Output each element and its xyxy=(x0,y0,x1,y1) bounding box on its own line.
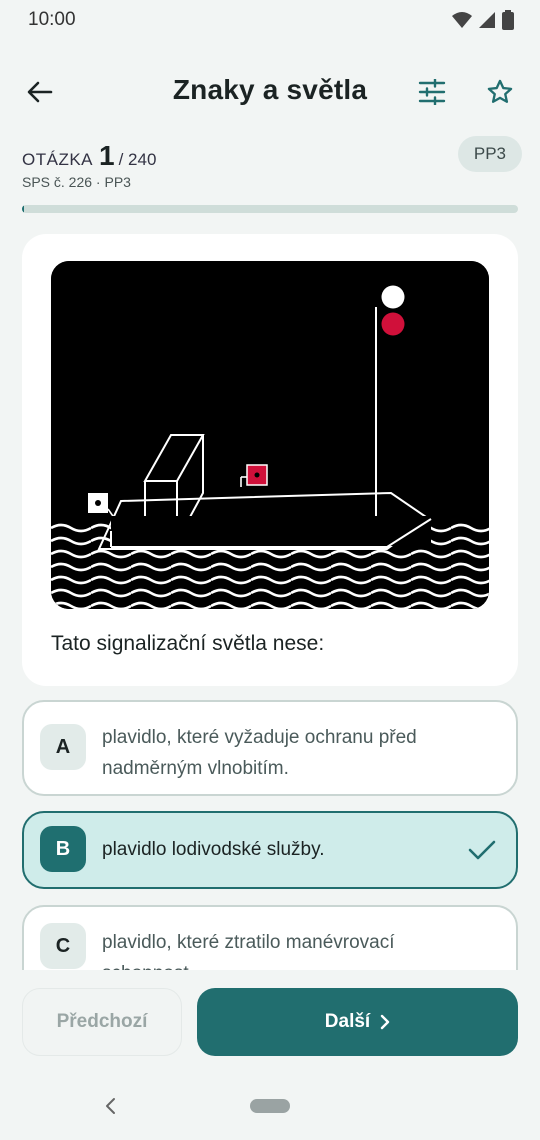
page-title: Znaky a světla xyxy=(172,74,368,105)
question-card: Tato signalizační světla nese: xyxy=(22,234,518,686)
sliders-icon xyxy=(418,79,446,105)
answer-option-b[interactable]: B plavidlo lodivodské služby. xyxy=(22,811,518,889)
signal-icon xyxy=(479,12,495,28)
nav-home-pill[interactable] xyxy=(250,1099,290,1113)
progress-bar xyxy=(22,205,518,213)
next-button[interactable]: Další xyxy=(197,988,518,1056)
previous-label: Předchozí xyxy=(56,1011,148,1032)
system-nav-bar xyxy=(0,1080,540,1140)
answer-option-a[interactable]: A plavidlo, které vyžaduje ochranu před … xyxy=(22,700,518,796)
next-label: Další xyxy=(324,1011,371,1032)
answer-letter: A xyxy=(40,724,86,770)
question-header: OTÁZKA 1/ 240 SPS č. 226 · PP3 PP3 xyxy=(22,136,522,196)
app-bar: Znaky a světla xyxy=(0,60,540,122)
question-text: Tato signalizační světla nese: xyxy=(51,632,325,655)
bottom-actions: Předchozí Další xyxy=(0,970,540,1070)
check-icon xyxy=(468,840,496,860)
status-time: 10:00 xyxy=(28,9,76,30)
question-illustration xyxy=(51,261,489,609)
wifi-icon xyxy=(452,12,472,28)
question-number: 1 xyxy=(99,140,115,171)
chevron-right-icon xyxy=(381,1014,390,1030)
answer-list: A plavidlo, které vyžaduje ochranu před … xyxy=(22,700,518,970)
answer-letter: B xyxy=(40,826,86,872)
previous-button[interactable]: Předchozí xyxy=(22,988,182,1056)
battery-icon xyxy=(502,10,514,30)
vessel-lights-illustration xyxy=(51,261,489,609)
answer-option-c[interactable]: C plavidlo, které ztratilo manévrovací s… xyxy=(22,905,518,970)
progress-fill xyxy=(22,205,24,213)
answer-letter: C xyxy=(40,923,86,969)
question-source: SPS č. 226 · PP3 xyxy=(22,174,131,190)
answer-text: plavidlo, které ztratilo manévrovací sch… xyxy=(102,932,395,970)
star-icon xyxy=(487,79,513,103)
question-total: / 240 xyxy=(118,150,157,169)
nav-back-icon[interactable] xyxy=(100,1094,122,1118)
answer-text: plavidlo, které vyžaduje ochranu před na… xyxy=(102,727,417,779)
red-light-icon xyxy=(381,312,405,336)
answer-text: plavidlo lodivodské služby. xyxy=(102,839,325,860)
white-light-icon xyxy=(381,285,405,309)
filter-button[interactable] xyxy=(414,74,450,110)
question-label: OTÁZKA xyxy=(22,150,94,169)
favorite-button[interactable] xyxy=(482,74,518,110)
category-badge: PP3 xyxy=(457,136,522,172)
status-icons xyxy=(452,10,514,30)
status-bar: 10:00 xyxy=(0,0,540,40)
